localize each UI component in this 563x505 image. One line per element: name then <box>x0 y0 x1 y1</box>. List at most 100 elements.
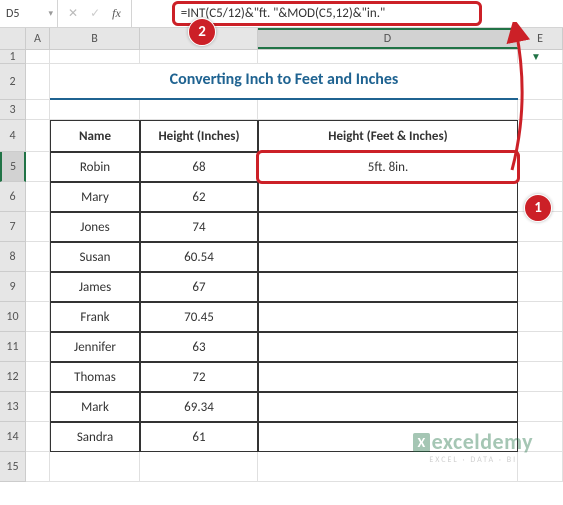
cell[interactable] <box>26 272 50 302</box>
cell[interactable] <box>26 242 50 272</box>
table-cell-name[interactable]: Jones <box>50 212 140 242</box>
table-cell-result[interactable] <box>258 242 518 272</box>
header-inches[interactable]: Height (Inches) <box>140 120 258 152</box>
cell[interactable] <box>26 302 50 332</box>
table-cell-name[interactable]: Frank <box>50 302 140 332</box>
table-cell-inches[interactable]: 67 <box>140 272 258 302</box>
cell[interactable] <box>518 392 563 422</box>
table-cell-name[interactable]: Mary <box>50 182 140 212</box>
table-cell-result[interactable] <box>258 392 518 422</box>
header-name[interactable]: Name <box>50 120 140 152</box>
cell[interactable] <box>518 100 563 120</box>
cell[interactable] <box>140 100 258 120</box>
cell[interactable] <box>518 64 563 100</box>
row-header-1[interactable]: 1 <box>0 50 26 64</box>
cell[interactable] <box>26 212 50 242</box>
table-cell-inches[interactable]: 61 <box>140 422 258 452</box>
cell[interactable] <box>140 50 258 64</box>
table-cell-inches[interactable]: 60.54 <box>140 242 258 272</box>
col-header-D[interactable]: D <box>258 28 518 49</box>
cell[interactable] <box>50 100 140 120</box>
header-feet[interactable]: Height (Feet & Inches) <box>258 120 518 152</box>
table-cell-result[interactable] <box>258 362 518 392</box>
table-cell-name[interactable]: James <box>50 272 140 302</box>
cell[interactable] <box>50 50 140 64</box>
formula-input[interactable]: =INT(C5/12)&"ft. "&MOD(C5,12)&"in." <box>172 1 482 26</box>
row-header-12[interactable]: 12 <box>0 362 26 392</box>
table-cell-inches[interactable]: 70.45 <box>140 302 258 332</box>
row-header-11[interactable]: 11 <box>0 332 26 362</box>
cell[interactable] <box>258 50 518 64</box>
row-header-14[interactable]: 14 <box>0 422 26 452</box>
cell[interactable] <box>26 152 50 182</box>
fx-icon[interactable]: fx <box>112 6 121 21</box>
row-8: 8 Susan 60.54 <box>0 242 563 272</box>
cell[interactable] <box>518 362 563 392</box>
callout-badge-2: 2 <box>188 18 216 46</box>
cell[interactable] <box>26 64 50 100</box>
cell[interactable] <box>518 152 563 182</box>
row-header-3[interactable]: 3 <box>0 100 26 120</box>
table-cell-inches[interactable]: 62 <box>140 182 258 212</box>
table-cell-name[interactable]: Mark <box>50 392 140 422</box>
cell[interactable] <box>518 302 563 332</box>
check-icon[interactable]: ✓ <box>90 6 100 21</box>
cell[interactable] <box>26 182 50 212</box>
cell[interactable] <box>26 392 50 422</box>
row-header-8[interactable]: 8 <box>0 242 26 272</box>
cell[interactable] <box>26 332 50 362</box>
row-header-13[interactable]: 13 <box>0 392 26 422</box>
cell[interactable] <box>140 452 258 482</box>
cell[interactable] <box>26 120 50 152</box>
cell[interactable] <box>518 120 563 152</box>
cell[interactable] <box>518 272 563 302</box>
table-cell-result[interactable] <box>258 272 518 302</box>
table-cell-name[interactable]: Jennifer <box>50 332 140 362</box>
row-header-10[interactable]: 10 <box>0 302 26 332</box>
table-cell-result[interactable] <box>258 422 518 452</box>
select-all-corner[interactable] <box>0 28 26 49</box>
chevron-down-icon[interactable]: ▾ <box>48 8 53 19</box>
col-header-E[interactable]: E <box>518 28 563 49</box>
table-cell-inches[interactable]: 72 <box>140 362 258 392</box>
formula-bar: D5 ▾ ✕ ✓ fx =INT(C5/12)&"ft. "&MOD(C5,12… <box>0 0 563 28</box>
row-header-5[interactable]: 5 <box>0 152 26 182</box>
cell[interactable] <box>258 452 518 482</box>
cell[interactable] <box>26 362 50 392</box>
cell[interactable] <box>518 332 563 362</box>
cell[interactable] <box>50 452 140 482</box>
cell[interactable] <box>26 50 50 64</box>
cell[interactable] <box>26 422 50 452</box>
row-header-9[interactable]: 9 <box>0 272 26 302</box>
cancel-icon[interactable]: ✕ <box>68 6 78 21</box>
cell[interactable] <box>258 100 518 120</box>
table-cell-name[interactable]: Sandra <box>50 422 140 452</box>
col-header-A[interactable]: A <box>26 28 50 49</box>
cell[interactable] <box>26 100 50 120</box>
table-cell-result[interactable] <box>258 182 518 212</box>
column-headers: A B C D E <box>0 28 563 50</box>
cell[interactable] <box>26 452 50 482</box>
cell[interactable] <box>518 452 563 482</box>
cell[interactable] <box>518 242 563 272</box>
name-box[interactable]: D5 ▾ <box>0 0 58 27</box>
row-header-6[interactable]: 6 <box>0 182 26 212</box>
table-cell-name[interactable]: Thomas <box>50 362 140 392</box>
row-header-4[interactable]: 4 <box>0 120 26 152</box>
table-cell-inches[interactable]: 63 <box>140 332 258 362</box>
row-header-2[interactable]: 2 <box>0 64 26 100</box>
page-title[interactable]: Converting Inch to Feet and Inches <box>50 64 518 100</box>
table-cell-result[interactable] <box>258 332 518 362</box>
table-cell-inches[interactable]: 74 <box>140 212 258 242</box>
table-cell-inches[interactable]: 69.34 <box>140 392 258 422</box>
col-header-B[interactable]: B <box>50 28 140 49</box>
row-header-15[interactable]: 15 <box>0 452 26 482</box>
table-cell-name[interactable]: Robin <box>50 152 140 182</box>
table-cell-name[interactable]: Susan <box>50 242 140 272</box>
table-cell-result[interactable] <box>258 302 518 332</box>
cell[interactable] <box>518 422 563 452</box>
table-cell-inches[interactable]: 68 <box>140 152 258 182</box>
row-header-7[interactable]: 7 <box>0 212 26 242</box>
cell-D5[interactable]: 5ft. 8in. <box>258 152 518 182</box>
table-cell-result[interactable] <box>258 212 518 242</box>
